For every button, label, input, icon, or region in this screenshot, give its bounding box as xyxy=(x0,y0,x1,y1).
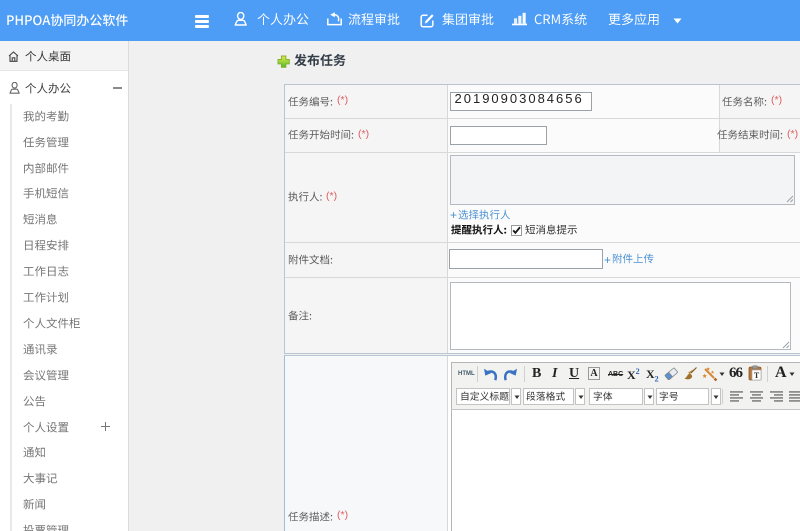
svg-text:T: T xyxy=(754,371,760,380)
